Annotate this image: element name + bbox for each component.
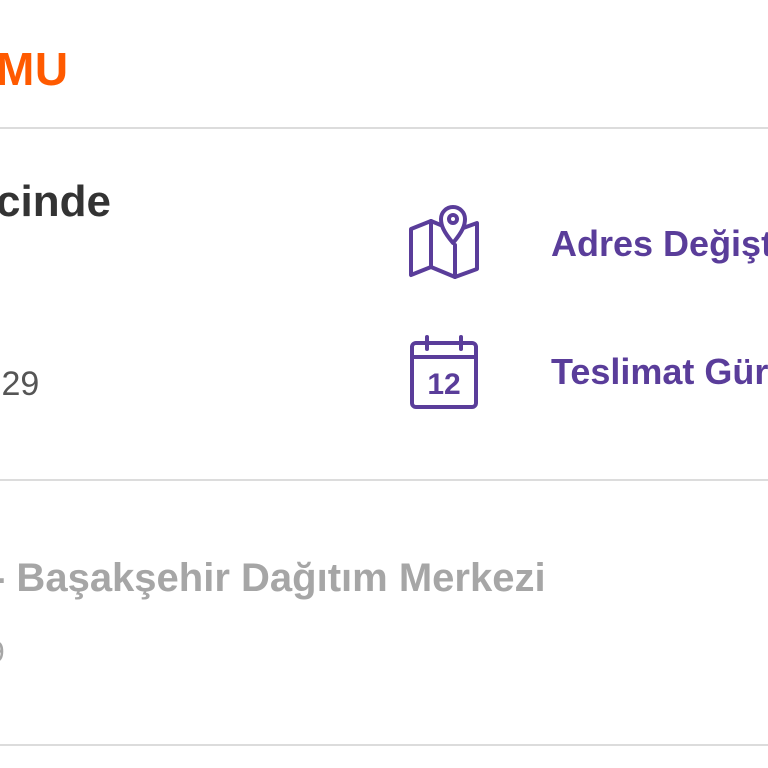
calendar-icon: 12 — [405, 333, 483, 411]
delivery-day-button[interactable]: 12 Teslimat Gür — [405, 332, 768, 412]
current-status-time: :29 — [0, 365, 40, 403]
change-address-button[interactable]: Adres Değişt — [405, 204, 768, 284]
page-title: MU — [0, 43, 69, 95]
divider — [0, 479, 768, 481]
current-status-text: cinde — [0, 177, 111, 226]
map-pin-icon — [405, 205, 483, 283]
calendar-day-number: 12 — [427, 368, 460, 401]
shipment-tracking-page: MU cinde :29 Adres Değişt 12 Teslim — [0, 0, 768, 768]
delivery-day-label: Teslimat Gür — [551, 351, 768, 392]
divider — [0, 127, 768, 129]
change-address-label: Adres Değişt — [551, 223, 768, 264]
divider — [0, 744, 768, 746]
history-location: - Başakşehir Dağıtım Merkezi — [0, 556, 546, 600]
history-time: 9 — [0, 638, 5, 668]
